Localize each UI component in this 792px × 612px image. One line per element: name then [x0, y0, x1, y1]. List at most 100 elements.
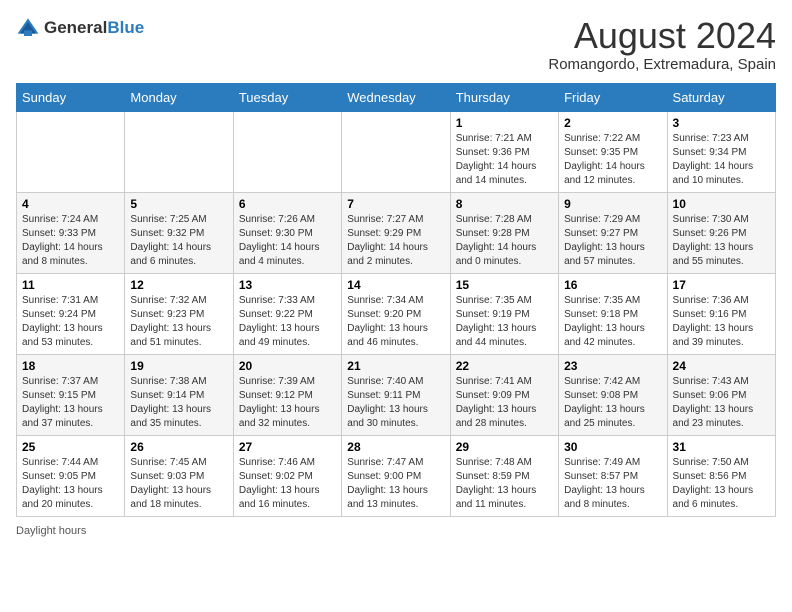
header: GeneralBlue August 2024 Romangordo, Extr…: [16, 16, 776, 73]
week-row-0: 1 Sunrise: 7:21 AMSunset: 9:36 PMDaylight…: [17, 111, 776, 192]
main-title: August 2024: [548, 16, 776, 56]
day-info: Sunrise: 7:42 AMSunset: 9:08 PMDaylight:…: [564, 375, 661, 431]
day-number: 21: [347, 359, 444, 373]
day-info: Sunrise: 7:39 AMSunset: 9:12 PMDaylight:…: [239, 375, 336, 431]
calendar-table: SundayMondayTuesdayWednesdayThursdayFrid…: [16, 83, 776, 517]
calendar-cell-1-0: 4 Sunrise: 7:24 AMSunset: 9:33 PMDaylight…: [17, 192, 125, 273]
day-number: 6: [239, 197, 336, 211]
calendar-cell-0-0: [17, 111, 125, 192]
logo-blue: Blue: [107, 18, 144, 37]
calendar-cell-3-5: 23 Sunrise: 7:42 AMSunset: 9:08 PMDayligh…: [559, 354, 667, 435]
day-info: Sunrise: 7:33 AMSunset: 9:22 PMDaylight:…: [239, 294, 336, 350]
day-number: 23: [564, 359, 661, 373]
day-info: Sunrise: 7:48 AMSunset: 8:59 PMDaylight:…: [456, 456, 553, 512]
logo-general: General: [44, 18, 107, 37]
calendar-cell-2-5: 16 Sunrise: 7:35 AMSunset: 9:18 PMDayligh…: [559, 273, 667, 354]
weekday-friday: Friday: [559, 83, 667, 111]
week-row-1: 4 Sunrise: 7:24 AMSunset: 9:33 PMDaylight…: [17, 192, 776, 273]
day-number: 20: [239, 359, 336, 373]
calendar-cell-4-1: 26 Sunrise: 7:45 AMSunset: 9:03 PMDayligh…: [125, 435, 233, 516]
calendar-cell-0-1: [125, 111, 233, 192]
day-number: 14: [347, 278, 444, 292]
day-info: Sunrise: 7:21 AMSunset: 9:36 PMDaylight:…: [456, 132, 553, 188]
day-info: Sunrise: 7:25 AMSunset: 9:32 PMDaylight:…: [130, 213, 227, 269]
day-info: Sunrise: 7:40 AMSunset: 9:11 PMDaylight:…: [347, 375, 444, 431]
day-number: 26: [130, 440, 227, 454]
day-info: Sunrise: 7:45 AMSunset: 9:03 PMDaylight:…: [130, 456, 227, 512]
day-info: Sunrise: 7:27 AMSunset: 9:29 PMDaylight:…: [347, 213, 444, 269]
calendar-cell-2-0: 11Sunrise: 7:31 AMSunset: 9:24 PMDayligh…: [17, 273, 125, 354]
day-number: 31: [673, 440, 770, 454]
day-number: 10: [673, 197, 770, 211]
day-info: Sunrise: 7:41 AMSunset: 9:09 PMDaylight:…: [456, 375, 553, 431]
day-number: 1: [456, 116, 553, 130]
weekday-thursday: Thursday: [450, 83, 558, 111]
calendar-cell-4-5: 30 Sunrise: 7:49 AMSunset: 8:57 PMDayligh…: [559, 435, 667, 516]
day-number: 7: [347, 197, 444, 211]
day-number: 5: [130, 197, 227, 211]
day-info: Sunrise: 7:37 AMSunset: 9:15 PMDaylight:…: [22, 375, 119, 431]
week-row-3: 18 Sunrise: 7:37 AMSunset: 9:15 PMDayligh…: [17, 354, 776, 435]
day-number: 30: [564, 440, 661, 454]
calendar-cell-3-6: 24Sunrise: 7:43 AMSunset: 9:06 PMDayligh…: [667, 354, 775, 435]
day-info: Sunrise: 7:30 AMSunset: 9:26 PMDaylight:…: [673, 213, 770, 269]
day-number: 15: [456, 278, 553, 292]
calendar-cell-2-4: 15 Sunrise: 7:35 AMSunset: 9:19 PMDayligh…: [450, 273, 558, 354]
day-info: Sunrise: 7:26 AMSunset: 9:30 PMDaylight:…: [239, 213, 336, 269]
calendar-cell-2-1: 12 Sunrise: 7:32 AMSunset: 9:23 PMDayligh…: [125, 273, 233, 354]
day-info: Sunrise: 7:35 AMSunset: 9:19 PMDaylight:…: [456, 294, 553, 350]
day-info: Sunrise: 7:47 AMSunset: 9:00 PMDaylight:…: [347, 456, 444, 512]
calendar-cell-4-2: 27Sunrise: 7:46 AMSunset: 9:02 PMDayligh…: [233, 435, 341, 516]
calendar-cell-1-2: 6 Sunrise: 7:26 AMSunset: 9:30 PMDaylight…: [233, 192, 341, 273]
day-number: 16: [564, 278, 661, 292]
day-info: Sunrise: 7:49 AMSunset: 8:57 PMDaylight:…: [564, 456, 661, 512]
day-info: Sunrise: 7:35 AMSunset: 9:18 PMDaylight:…: [564, 294, 661, 350]
calendar-cell-3-3: 21 Sunrise: 7:40 AMSunset: 9:11 PMDayligh…: [342, 354, 450, 435]
weekday-tuesday: Tuesday: [233, 83, 341, 111]
day-number: 3: [673, 116, 770, 130]
day-info: Sunrise: 7:29 AMSunset: 9:27 PMDaylight:…: [564, 213, 661, 269]
day-number: 17: [673, 278, 770, 292]
calendar-body: 1 Sunrise: 7:21 AMSunset: 9:36 PMDaylight…: [17, 111, 776, 516]
calendar-cell-0-6: 3 Sunrise: 7:23 AMSunset: 9:34 PMDaylight…: [667, 111, 775, 192]
day-info: Sunrise: 7:28 AMSunset: 9:28 PMDaylight:…: [456, 213, 553, 269]
calendar-cell-3-2: 20 Sunrise: 7:39 AMSunset: 9:12 PMDayligh…: [233, 354, 341, 435]
day-number: 19: [130, 359, 227, 373]
day-info: Sunrise: 7:46 AMSunset: 9:02 PMDaylight:…: [239, 456, 336, 512]
calendar-cell-2-3: 14 Sunrise: 7:34 AMSunset: 9:20 PMDayligh…: [342, 273, 450, 354]
calendar-cell-3-4: 22 Sunrise: 7:41 AMSunset: 9:09 PMDayligh…: [450, 354, 558, 435]
day-number: 22: [456, 359, 553, 373]
day-number: 2: [564, 116, 661, 130]
day-info: Sunrise: 7:36 AMSunset: 9:16 PMDaylight:…: [673, 294, 770, 350]
calendar-cell-1-4: 8 Sunrise: 7:28 AMSunset: 9:28 PMDaylight…: [450, 192, 558, 273]
daylight-label: Daylight hours: [16, 525, 86, 537]
day-number: 25: [22, 440, 119, 454]
calendar-cell-2-6: 17 Sunrise: 7:36 AMSunset: 9:16 PMDayligh…: [667, 273, 775, 354]
calendar-cell-4-4: 29 Sunrise: 7:48 AMSunset: 8:59 PMDayligh…: [450, 435, 558, 516]
calendar-cell-1-1: 5 Sunrise: 7:25 AMSunset: 9:32 PMDaylight…: [125, 192, 233, 273]
calendar-cell-0-2: [233, 111, 341, 192]
day-number: 29: [456, 440, 553, 454]
day-number: 8: [456, 197, 553, 211]
day-number: 18: [22, 359, 119, 373]
calendar-cell-3-0: 18 Sunrise: 7:37 AMSunset: 9:15 PMDayligh…: [17, 354, 125, 435]
calendar-cell-4-3: 28 Sunrise: 7:47 AMSunset: 9:00 PMDayligh…: [342, 435, 450, 516]
day-info: Sunrise: 7:32 AMSunset: 9:23 PMDaylight:…: [130, 294, 227, 350]
day-info: Sunrise: 7:23 AMSunset: 9:34 PMDaylight:…: [673, 132, 770, 188]
day-info: Sunrise: 7:31 AMSunset: 9:24 PMDaylight:…: [22, 294, 119, 350]
day-number: 4: [22, 197, 119, 211]
calendar-cell-1-5: 9Sunrise: 7:29 AMSunset: 9:27 PMDaylight…: [559, 192, 667, 273]
calendar-cell-1-3: 7 Sunrise: 7:27 AMSunset: 9:29 PMDaylight…: [342, 192, 450, 273]
day-info: Sunrise: 7:34 AMSunset: 9:20 PMDaylight:…: [347, 294, 444, 350]
day-info: Sunrise: 7:50 AMSunset: 8:56 PMDaylight:…: [673, 456, 770, 512]
weekday-monday: Monday: [125, 83, 233, 111]
footer-note: Daylight hours: [16, 525, 776, 537]
day-number: 12: [130, 278, 227, 292]
day-number: 28: [347, 440, 444, 454]
day-info: Sunrise: 7:22 AMSunset: 9:35 PMDaylight:…: [564, 132, 661, 188]
day-info: Sunrise: 7:24 AMSunset: 9:33 PMDaylight:…: [22, 213, 119, 269]
week-row-4: 25Sunrise: 7:44 AMSunset: 9:05 PMDayligh…: [17, 435, 776, 516]
calendar-cell-1-6: 10 Sunrise: 7:30 AMSunset: 9:26 PMDayligh…: [667, 192, 775, 273]
logo-icon: [16, 16, 40, 40]
calendar-cell-0-5: 2 Sunrise: 7:22 AMSunset: 9:35 PMDaylight…: [559, 111, 667, 192]
